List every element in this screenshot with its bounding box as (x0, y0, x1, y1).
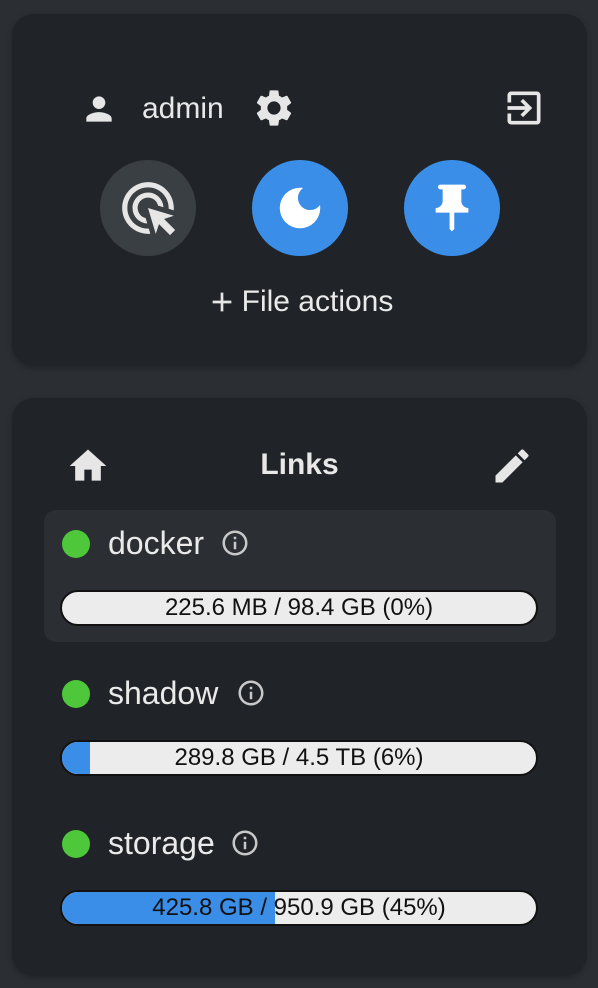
status-dot (62, 680, 90, 708)
moon-icon (279, 187, 321, 229)
link-item-shadow[interactable]: shadow 289.8 GB / 4.5 TB (6%) (44, 660, 556, 792)
info-icon[interactable] (236, 678, 266, 708)
usage-bar: 225.6 MB / 98.4 GB (0%) (60, 590, 538, 626)
edit-icon[interactable] (490, 444, 534, 488)
usage-bar: 289.8 GB / 4.5 TB (6%) (60, 740, 538, 776)
gear-icon[interactable] (252, 86, 296, 130)
user-card: admin File actions (12, 14, 587, 366)
status-dot (62, 530, 90, 558)
plus-icon (212, 292, 231, 312)
dark-mode-button[interactable] (252, 160, 348, 256)
target-cursor-icon (122, 182, 176, 236)
logout-icon[interactable] (502, 86, 546, 130)
usage-text: 225.6 MB / 98.4 GB (0%) (164, 594, 434, 621)
link-item-docker[interactable]: docker 225.6 MB / 98.4 GB (0%) (44, 510, 556, 642)
pin-icon (435, 184, 469, 232)
usage-bar: 425.8 GB / 950.9 GB (45%) (60, 890, 538, 926)
person-icon (86, 96, 112, 122)
info-icon[interactable] (220, 528, 250, 558)
file-actions-label: File actions (241, 285, 394, 318)
usage-text: 425.8 GB / 950.9 GB (45%) (152, 894, 446, 921)
file-actions-button[interactable]: File actions (12, 282, 587, 322)
link-name: docker (108, 525, 205, 561)
usage-text: 289.8 GB / 4.5 TB (6%) (174, 744, 424, 771)
username: admin (142, 92, 224, 125)
select-mode-button[interactable] (100, 160, 196, 256)
link-name: shadow (108, 675, 219, 711)
links-card: Links docker 225.6 MB / 98.4 GB (0%) sha… (12, 398, 587, 976)
status-dot (62, 830, 90, 858)
link-name: storage (108, 825, 215, 861)
info-icon[interactable] (230, 828, 260, 858)
link-item-storage[interactable]: storage 425.8 GB / 950.9 GB (45%) (44, 810, 556, 942)
pin-button[interactable] (404, 160, 500, 256)
